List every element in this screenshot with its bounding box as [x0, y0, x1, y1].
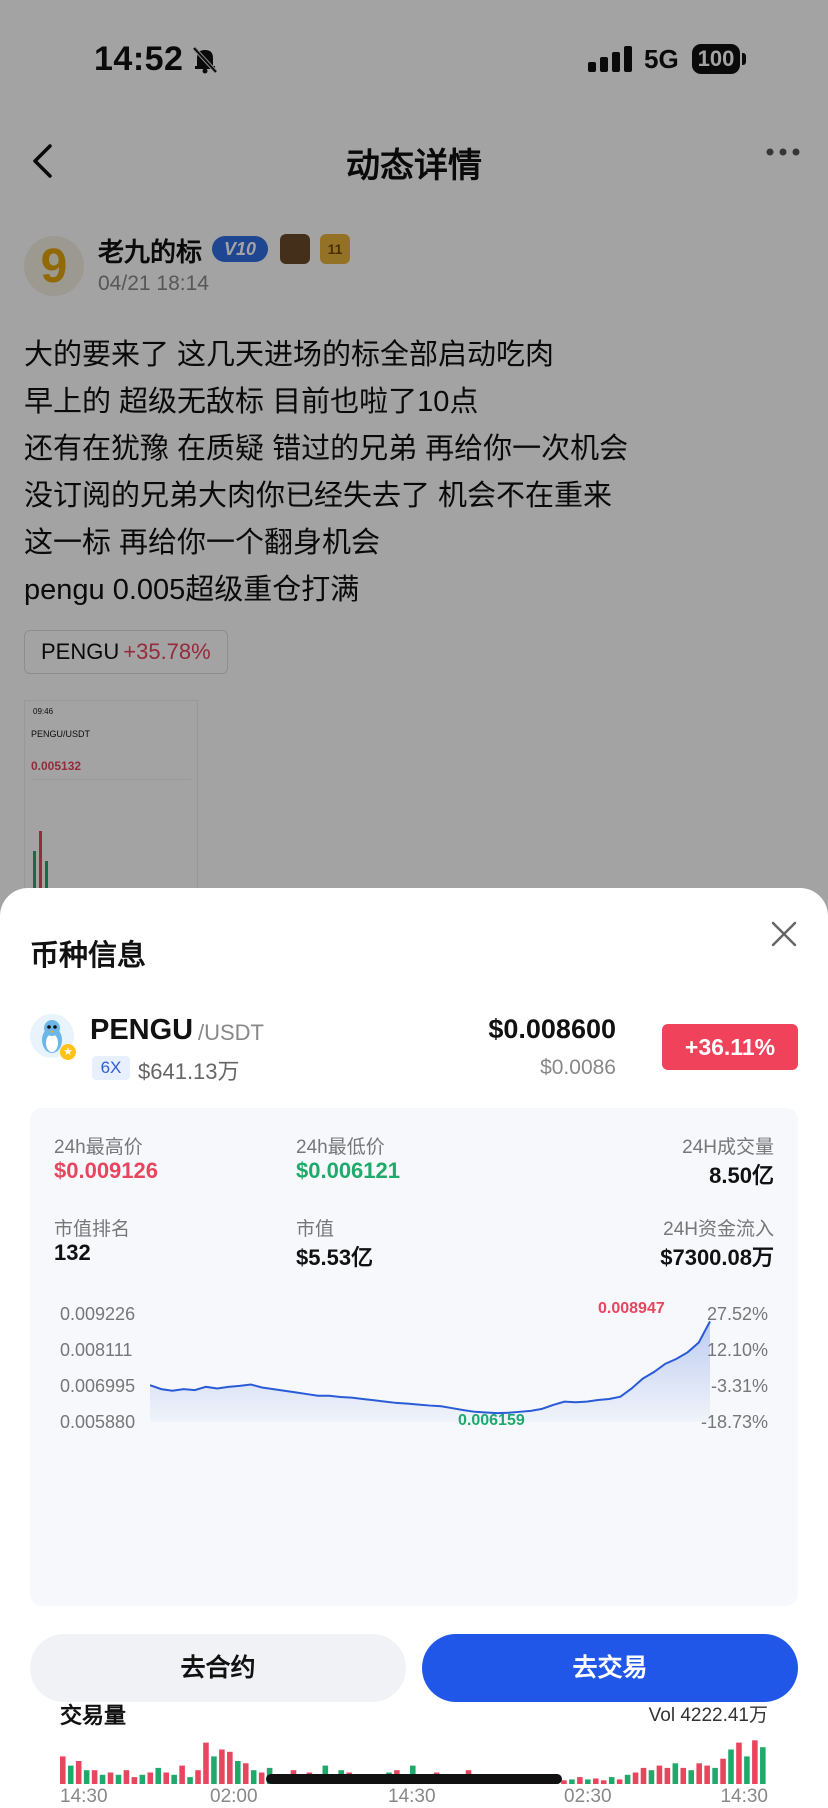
volume-bar	[688, 1770, 695, 1784]
volume-bar	[640, 1767, 647, 1784]
go-contract-button[interactable]: 去合约	[30, 1634, 406, 1702]
volume-bar	[147, 1772, 154, 1784]
volume-bar	[569, 1779, 575, 1784]
volume-bar	[83, 1770, 90, 1784]
stat-value: $0.006121	[296, 1158, 400, 1183]
volume-value: Vol 4222.41万	[648, 1705, 768, 1726]
stat-value: $0.009126	[54, 1158, 158, 1183]
volume-bar	[600, 1780, 607, 1784]
volume-bar	[585, 1779, 591, 1784]
volume-bar	[608, 1777, 615, 1784]
volume-bar	[131, 1777, 138, 1784]
volume-bar	[696, 1763, 702, 1784]
volume-bar	[720, 1758, 726, 1784]
volume-bar	[227, 1751, 233, 1784]
x-tick: 14:30	[720, 1786, 768, 1807]
volume-bar	[656, 1765, 663, 1784]
volume-bar	[123, 1770, 130, 1784]
volume-bar	[632, 1772, 639, 1784]
volume-bar	[99, 1774, 106, 1784]
coin-pair: /USDT	[198, 1020, 264, 1045]
volume-bar	[672, 1763, 679, 1784]
volume-bar	[664, 1767, 671, 1784]
volume-bar	[211, 1756, 217, 1784]
volume-bar	[624, 1774, 631, 1784]
price-area	[150, 1321, 710, 1422]
volume-bar	[60, 1756, 66, 1784]
volume-bar	[616, 1779, 623, 1784]
y-tick: 0.008111	[60, 1340, 133, 1360]
volume-bar	[91, 1770, 98, 1784]
volume-bar	[187, 1777, 193, 1784]
stat-label: 24H成交量	[682, 1137, 774, 1158]
x-tick: 14:30	[388, 1786, 436, 1807]
volume-bar	[75, 1761, 82, 1784]
stat-label: 24h最低价	[296, 1137, 385, 1158]
sheet-title: 币种信息	[30, 940, 147, 972]
volume-bar	[648, 1770, 655, 1784]
coin-name: PENGU	[90, 1014, 194, 1046]
stat-value: $7300.08万	[660, 1245, 774, 1270]
y-tick: 0.006995	[60, 1376, 136, 1396]
x-tick: 02:30	[564, 1786, 612, 1807]
volume-bar	[235, 1761, 241, 1784]
coin-price-sub: $0.0086	[540, 1056, 616, 1079]
volume-bar	[760, 1747, 766, 1784]
volume-bar	[219, 1749, 225, 1784]
y-tick: 0.009226	[60, 1304, 136, 1324]
volume-bar	[704, 1765, 710, 1784]
volume-bar	[195, 1770, 201, 1784]
volume-bar	[680, 1767, 687, 1784]
volume-bar	[171, 1774, 177, 1784]
price-line-chart	[150, 1320, 711, 1422]
volume-bar	[577, 1777, 583, 1784]
volume-bar	[179, 1765, 185, 1784]
leverage-badge: 6X	[92, 1056, 130, 1080]
x-tick: 02:00	[210, 1786, 258, 1807]
volume-bar	[712, 1767, 718, 1784]
stat-value: 132	[54, 1240, 91, 1265]
stat-label: 24h最高价	[54, 1137, 143, 1158]
coin-info-sheet: 币种信息 ★ PENGU /USDT 6X $641.13万 $0.008600…	[0, 888, 828, 1807]
stat-label: 市值	[296, 1219, 335, 1240]
market-card: 24h最高价 $0.009126 24h最低价 $0.006121 24H成交量…	[30, 1108, 798, 1807]
volume-bar	[139, 1774, 146, 1784]
stat-value: $5.53亿	[296, 1245, 374, 1270]
stat-label: 市值排名	[54, 1219, 131, 1240]
volume-bar	[752, 1740, 758, 1784]
favorite-star-icon[interactable]: ★	[60, 1044, 76, 1060]
volume-bar	[728, 1749, 734, 1784]
volume-title: 交易量	[60, 1703, 127, 1728]
volume-bar	[203, 1742, 209, 1784]
volume-bar	[163, 1772, 169, 1784]
volume-bar	[736, 1742, 742, 1784]
home-indicator[interactable]	[266, 1774, 562, 1784]
coin-price: $0.008600	[488, 1014, 616, 1044]
volume-bar	[592, 1778, 599, 1784]
close-icon[interactable]	[770, 920, 798, 953]
volume-bar	[107, 1772, 114, 1784]
volume-bar	[744, 1756, 750, 1784]
volume-bar	[250, 1770, 257, 1784]
volume-bar	[242, 1763, 249, 1784]
volume-bar	[258, 1772, 265, 1784]
volume-bar	[561, 1780, 567, 1784]
volume-bar	[155, 1767, 162, 1784]
y-tick: 0.005880	[60, 1412, 136, 1432]
volume-bar	[115, 1774, 122, 1784]
change-badge: +36.11%	[662, 1024, 798, 1070]
go-trade-button[interactable]: 去交易	[422, 1634, 798, 1702]
x-tick: 14:30	[60, 1786, 108, 1807]
stat-label: 24H资金流入	[663, 1219, 774, 1240]
coin-cap: $641.13万	[138, 1059, 240, 1084]
volume-bar	[67, 1765, 74, 1784]
stat-value: 8.50亿	[709, 1163, 774, 1188]
